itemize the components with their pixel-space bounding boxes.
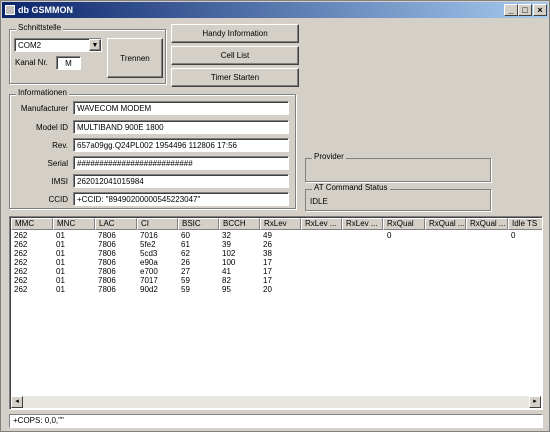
timer-button[interactable]: Timer Starten xyxy=(171,68,299,87)
scroll-left-icon[interactable]: ◂ xyxy=(11,396,23,408)
cell-table[interactable]: MMC MNC LAC CI BSIC BCCH RxLev RxLev ...… xyxy=(9,216,543,410)
imsi-field[interactable]: 262012041015984 xyxy=(73,174,289,188)
close-button[interactable]: × xyxy=(533,4,547,16)
col-header[interactable]: MMC xyxy=(11,218,53,230)
ccid-field[interactable]: +CCID: "89490200000545223047" xyxy=(73,192,289,206)
horizontal-scrollbar[interactable]: ◂ ▸ xyxy=(11,396,541,408)
kanal-label: Kanal Nr. xyxy=(15,58,48,67)
table-cell: 7806 xyxy=(98,285,116,294)
app-window: db GSMMON _ □ × Schnittstelle COM2 ▼ Kan… xyxy=(0,0,550,432)
col-header[interactable]: RxQual ... xyxy=(425,218,466,230)
app-icon xyxy=(5,5,15,15)
col-header[interactable]: MNC xyxy=(53,218,95,230)
handy-info-button[interactable]: Handy Information xyxy=(171,24,299,43)
kanal-input[interactable]: M xyxy=(56,56,81,70)
table-cell: 0 xyxy=(387,231,392,240)
model-id-field[interactable]: MULTIBAND 900E 1800 xyxy=(73,120,289,134)
serial-field[interactable]: ########################## xyxy=(73,156,289,170)
scroll-right-icon[interactable]: ▸ xyxy=(529,396,541,408)
maximize-button[interactable]: □ xyxy=(518,4,532,16)
status-bar: +COPS: 0,0,"" xyxy=(9,414,543,428)
provider-box: Provider xyxy=(305,152,491,182)
serial-label: Serial xyxy=(47,159,68,168)
col-header[interactable]: BSIC xyxy=(178,218,219,230)
table-cell: 90d2 xyxy=(140,285,158,294)
table-cell: 20 xyxy=(263,285,272,294)
table-cell: 0 xyxy=(511,231,516,240)
at-status-box: AT Command Status IDLE xyxy=(305,183,491,211)
provider-title: Provider xyxy=(312,152,346,161)
cell-list-button[interactable]: Cell List xyxy=(171,46,299,65)
title-bar[interactable]: db GSMMON _ □ × xyxy=(2,2,548,18)
informationen-title: Informationen xyxy=(16,88,69,97)
rev-label: Rev. xyxy=(52,141,68,150)
trennen-button[interactable]: Trennen xyxy=(107,38,163,78)
col-header[interactable]: RxQual ... xyxy=(466,218,508,230)
table-cell: 01 xyxy=(56,285,65,294)
window-title: db GSMMON xyxy=(18,5,73,15)
imsi-label: IMSI xyxy=(51,177,68,186)
schnittstelle-title: Schnittstelle xyxy=(16,23,64,32)
at-status-value: IDLE xyxy=(310,197,328,206)
model-id-label: Model ID xyxy=(35,123,68,132)
table-cell: 95 xyxy=(222,285,231,294)
col-header[interactable]: RxQual xyxy=(383,218,425,230)
rev-field[interactable]: 657a09gg.Q24PL002 1954496 112806 17:56 xyxy=(73,138,289,152)
col-header[interactable]: CI xyxy=(137,218,178,230)
manufacturer-field[interactable]: WAVECOM MODEM xyxy=(73,101,289,115)
col-header[interactable]: Idle TS xyxy=(508,218,542,230)
col-header[interactable]: LAC xyxy=(95,218,137,230)
table-cell: 262 xyxy=(14,285,28,294)
minimize-button[interactable]: _ xyxy=(504,4,518,16)
ccid-label: CCID xyxy=(48,195,68,204)
at-status-title: AT Command Status xyxy=(312,183,390,192)
col-header[interactable]: RxLev ... xyxy=(301,218,342,230)
col-header[interactable]: BCCH xyxy=(219,218,260,230)
manufacturer-label: Manufacturer xyxy=(20,104,68,113)
chevron-down-icon[interactable]: ▼ xyxy=(89,39,101,51)
col-header[interactable]: RxLev ... xyxy=(342,218,383,230)
table-cell: 59 xyxy=(181,285,190,294)
com-port-value: COM2 xyxy=(18,41,42,50)
col-header[interactable]: RxLev xyxy=(260,218,301,230)
